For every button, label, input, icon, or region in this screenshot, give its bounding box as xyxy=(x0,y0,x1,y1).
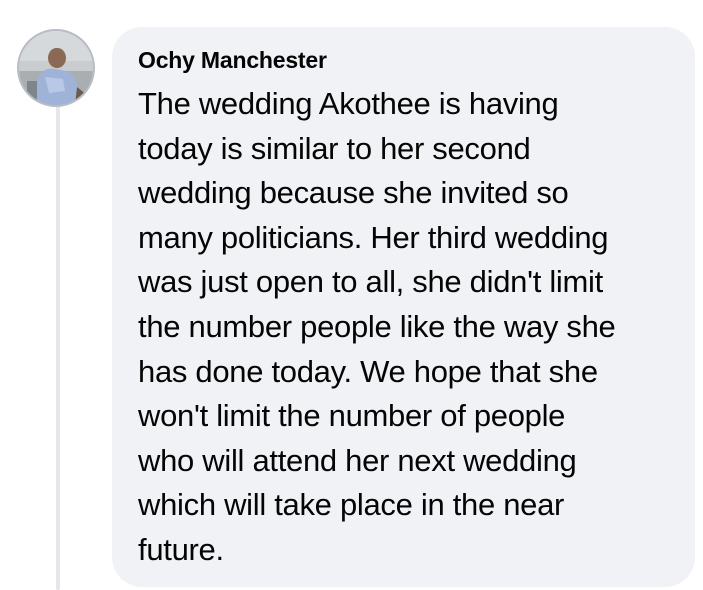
profile-photo-icon xyxy=(19,31,93,105)
comment-text-line: who will attend her next wedding xyxy=(138,442,577,478)
comment-text-line: has done today. We hope that she xyxy=(138,353,598,389)
comment-text-line: the number people like the way she xyxy=(138,308,616,344)
comment-text-line: won't limit the number of people xyxy=(138,398,566,434)
avatar[interactable] xyxy=(17,29,95,107)
comment-text-line: wedding because she invited so xyxy=(138,175,569,211)
comment-text: The wedding Akothee is having today is s… xyxy=(138,82,678,573)
comment-text-line: today is similar to her second xyxy=(138,130,531,166)
comment-text-line: future. xyxy=(138,531,224,567)
comment-author-name[interactable]: Ochy Manchester xyxy=(138,47,327,74)
comment-text-line: The wedding Akothee is having xyxy=(138,86,559,121)
comment-text-line: was just open to all, she didn't limit xyxy=(138,264,603,300)
comment-text-line: which will take place in the near xyxy=(138,487,565,523)
comment-text-line: many politicians. Her third wedding xyxy=(138,219,609,255)
reply-thread-line xyxy=(56,106,60,590)
